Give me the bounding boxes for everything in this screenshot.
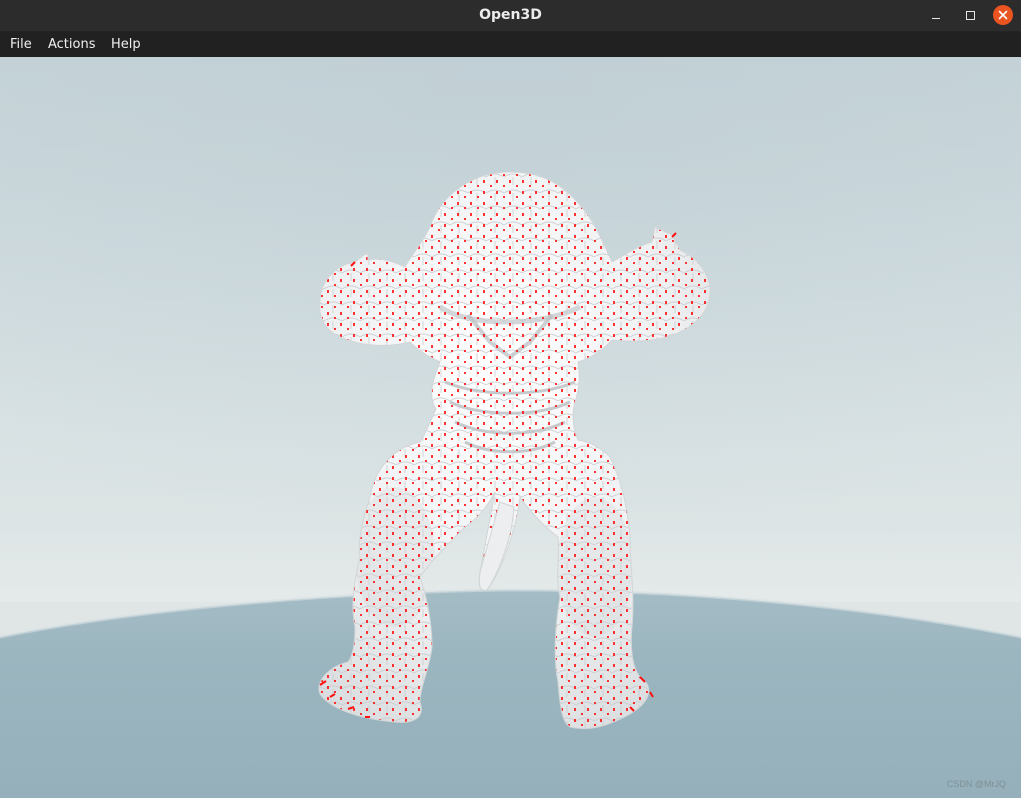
watermark-text: CSDN @MrJQ [946, 779, 1006, 789]
3d-viewport[interactable]: CSDN @MrJQ [0, 57, 1021, 798]
viewport-canvas[interactable] [0, 57, 1021, 798]
close-icon [998, 10, 1008, 20]
maximize-button[interactable] [959, 5, 981, 25]
menu-actions[interactable]: Actions [48, 32, 96, 57]
window-title: Open3D [479, 7, 542, 23]
minimize-button[interactable] [925, 5, 947, 25]
menu-help[interactable]: Help [111, 32, 141, 57]
menu-bar: File Actions Help [0, 32, 1021, 57]
maximize-icon [965, 10, 975, 20]
title-bar[interactable]: Open3D [0, 0, 1021, 32]
app-window: Open3D File Actions Help CSDN @MrJQ [0, 0, 1021, 798]
menu-file[interactable]: File [10, 32, 32, 57]
minimize-icon [932, 17, 940, 20]
close-button[interactable] [993, 5, 1013, 25]
